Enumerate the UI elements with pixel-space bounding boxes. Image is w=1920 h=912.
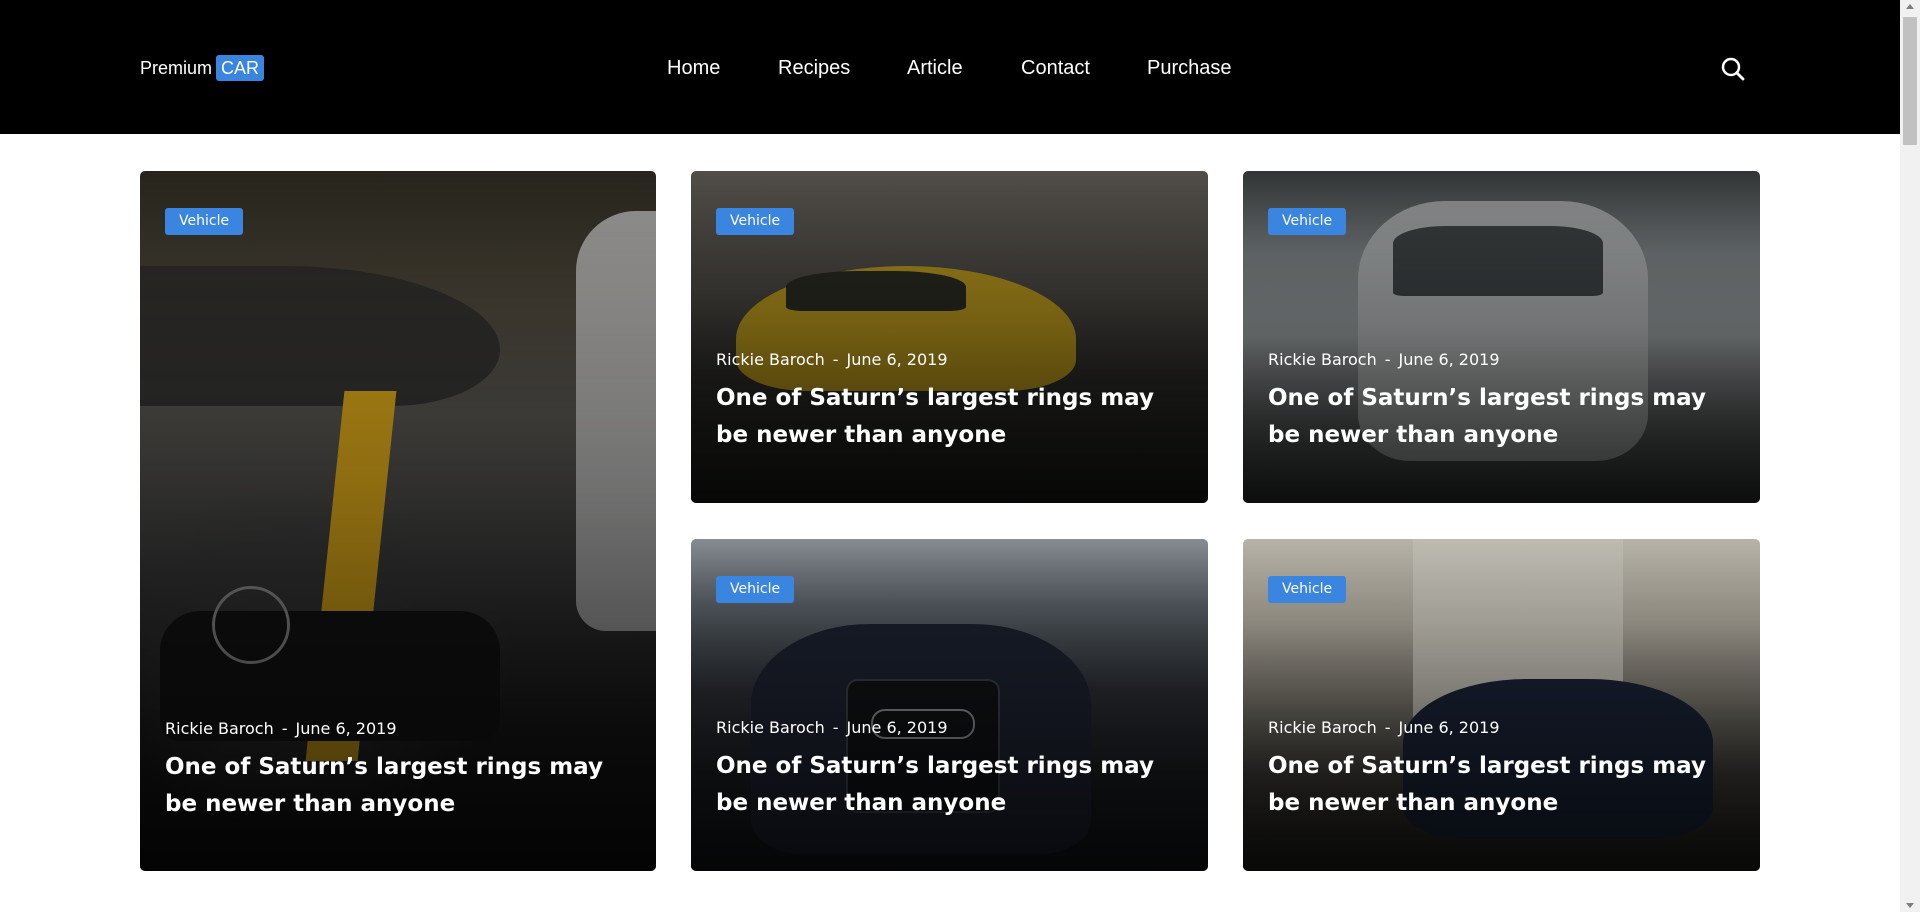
post-meta: Rickie Baroch - June 6, 2019 (716, 349, 948, 371)
nav-link-purchase[interactable]: Purchase (1147, 52, 1232, 84)
nav-link-contact[interactable]: Contact (1021, 52, 1090, 84)
post-author[interactable]: Rickie Baroch (716, 718, 825, 737)
post-author[interactable]: Rickie Baroch (1268, 350, 1377, 369)
logo-badge: CAR (216, 55, 265, 81)
scroll-thumb[interactable] (1903, 17, 1917, 145)
meta-separator: - (1384, 350, 1391, 369)
post-author[interactable]: Rickie Baroch (716, 350, 825, 369)
scroll-up-arrow-icon[interactable] (1906, 4, 1914, 9)
post-card-featured[interactable]: Vehicle Rickie Baroch - June 6, 2019 One o… (140, 171, 656, 871)
post-author[interactable]: Rickie Baroch (165, 719, 274, 738)
category-tag[interactable]: Vehicle (716, 208, 795, 235)
logo-text: Premium (140, 57, 213, 78)
category-tag[interactable]: Vehicle (716, 576, 795, 603)
site-logo[interactable]: Premium CAR (140, 53, 265, 83)
category-tag[interactable]: Vehicle (165, 208, 244, 235)
post-title[interactable]: One of Saturn’s largest rings may be new… (1268, 380, 1735, 454)
post-meta: Rickie Baroch - June 6, 2019 (1268, 349, 1500, 371)
post-card[interactable]: Vehicle Rickie Baroch - June 6, 2019 One o… (691, 539, 1208, 871)
meta-separator: - (832, 718, 839, 737)
post-title[interactable]: One of Saturn’s largest rings may be new… (716, 748, 1183, 822)
post-card[interactable]: Vehicle Rickie Baroch - June 6, 2019 One o… (1243, 171, 1760, 503)
post-date: June 6, 2019 (846, 350, 948, 369)
meta-separator: - (1384, 718, 1391, 737)
post-meta: Rickie Baroch - June 6, 2019 (716, 717, 948, 739)
category-tag[interactable]: Vehicle (1268, 208, 1347, 235)
post-meta: Rickie Baroch - June 6, 2019 (1268, 717, 1500, 739)
search-button[interactable] (1718, 54, 1748, 84)
search-icon (1721, 57, 1745, 81)
nav-link-recipes[interactable]: Recipes (778, 52, 850, 84)
post-card[interactable]: Vehicle Rickie Baroch - June 6, 2019 One o… (691, 171, 1208, 503)
post-date: June 6, 2019 (295, 719, 397, 738)
post-title[interactable]: One of Saturn’s largest rings may be new… (716, 380, 1183, 454)
post-title[interactable]: One of Saturn’s largest rings may be new… (1268, 748, 1735, 822)
scroll-down-arrow-icon[interactable] (1906, 903, 1914, 908)
site-header: Premium CAR Home Recipes Article Contact… (0, 0, 1900, 134)
category-tag[interactable]: Vehicle (1268, 576, 1347, 603)
post-card[interactable]: Vehicle Rickie Baroch - June 6, 2019 One o… (1243, 539, 1760, 871)
page-scrollbar[interactable] (1900, 0, 1920, 912)
post-date: June 6, 2019 (1398, 350, 1500, 369)
post-date: June 6, 2019 (846, 718, 948, 737)
nav-link-home[interactable]: Home (667, 52, 720, 84)
meta-separator: - (832, 350, 839, 369)
post-author[interactable]: Rickie Baroch (1268, 718, 1377, 737)
meta-separator: - (281, 719, 288, 738)
nav-link-article[interactable]: Article (907, 52, 963, 84)
post-title[interactable]: One of Saturn’s largest rings may be new… (165, 749, 631, 823)
post-meta: Rickie Baroch - June 6, 2019 (165, 718, 397, 740)
post-date: June 6, 2019 (1398, 718, 1500, 737)
